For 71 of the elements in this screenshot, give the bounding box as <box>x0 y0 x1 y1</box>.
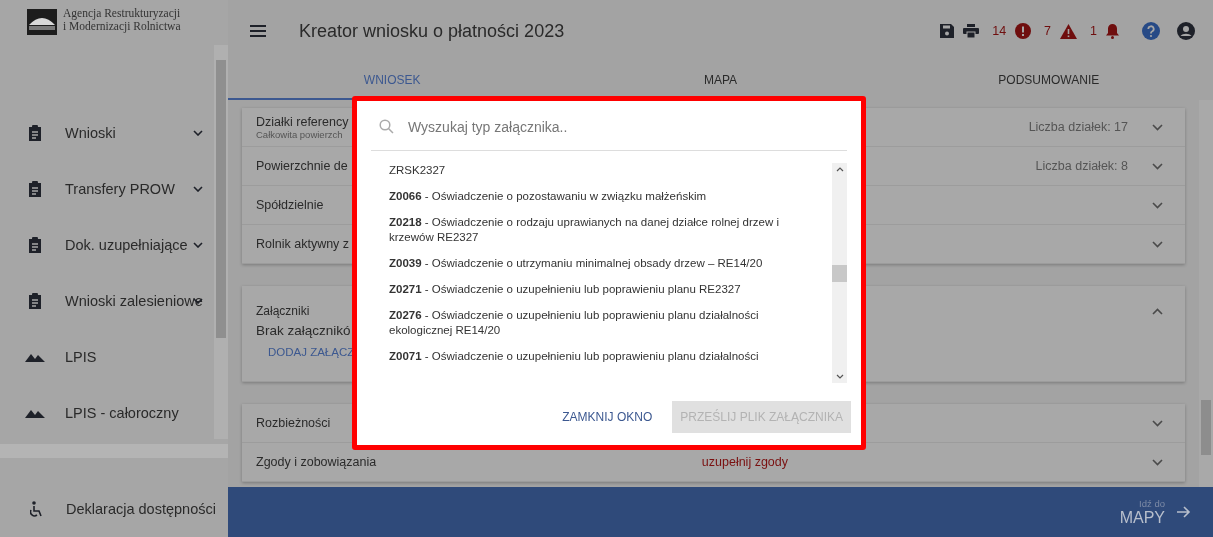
count: 7 <box>1044 24 1052 38</box>
section-subtitle: Całkowita powierzch <box>256 128 343 140</box>
attachment-type-option[interactable]: Z0276 - Oświadczenie o uzupełnieniu lub poprawieniu planu działalności ekologicznej RE14/20 <box>389 308 820 338</box>
agency-name: Agencja Restrukturyzacji <box>63 7 181 20</box>
section-title: Zgody i zobowiązania <box>256 455 377 469</box>
chevron-down-icon[interactable] <box>1152 419 1163 427</box>
mountain-icon <box>25 352 45 362</box>
print-icon[interactable] <box>963 24 980 38</box>
chevron-down-icon <box>193 298 203 304</box>
close-button[interactable]: ZAMKNIJ OKNO <box>554 401 661 433</box>
warning-icon[interactable] <box>1060 23 1078 39</box>
chevron-down-icon[interactable] <box>1152 162 1163 170</box>
attachment-type-option[interactable]: Z0066 - Oświadczenie o pozostawaniu w związku małżeńskim <box>389 189 820 204</box>
parcel-count: Liczba działek: 17 <box>1028 120 1128 134</box>
search-icon <box>379 119 394 134</box>
menu-item[interactable]: Dok. uzupełniające <box>0 217 214 273</box>
menu-icon[interactable] <box>250 25 266 37</box>
menu-item[interactable]: LPIS - całoroczny <box>0 385 214 441</box>
add-attachment-link[interactable]: DODAJ ZAŁĄCZ <box>256 346 355 358</box>
chevron-down-icon[interactable] <box>1152 458 1163 466</box>
chevron-down-icon <box>193 130 203 136</box>
attachment-type-option[interactable]: Z0271 - Oświadczenie o uzupełnieniu lub poprawieniu planu RE2327 <box>389 282 820 297</box>
error-icon[interactable] <box>1015 23 1032 39</box>
section-text: Brak załącznikó <box>256 323 351 338</box>
section-title: Rolnik aktywny z <box>256 237 350 251</box>
menu-item[interactable]: Wnioski <box>0 105 214 161</box>
chevron-down-icon <box>193 186 203 192</box>
count: 14 <box>992 24 1007 38</box>
section-title: Rozbieżności <box>256 416 331 430</box>
scrollbar-thumb[interactable] <box>216 60 226 338</box>
attachment-type-option[interactable]: ZRSK2327 <box>389 163 820 178</box>
menu-item[interactable]: Wnioski zalesieniowe <box>0 273 214 329</box>
accessibility-icon <box>30 500 42 517</box>
scroll-up-icon[interactable] <box>835 167 844 172</box>
scrollbar[interactable] <box>214 45 228 439</box>
menu-item[interactable]: Transfery PROW <box>0 161 214 217</box>
menu-item[interactable]: LPIS <box>0 329 214 385</box>
arrow-right-icon[interactable] <box>1177 506 1191 518</box>
menu-item[interactable]: Deklaracja dostępności <box>0 480 228 537</box>
warning-text: uzupełnij zgody <box>701 455 788 469</box>
tab[interactable]: PODSUMOWANIE <box>884 62 1213 100</box>
section-title: Załączniki <box>256 304 310 318</box>
count: 1 <box>1090 24 1097 38</box>
bell-icon[interactable] <box>1106 23 1119 39</box>
scroll-down-icon[interactable] <box>835 374 844 379</box>
scrollbar-thumb[interactable] <box>1201 400 1211 455</box>
attachment-type-option[interactable]: Z0218 - Oświadczenie o rodzaju uprawianych na danej działce rolnej drzew i krzewów RE2327 <box>389 215 820 245</box>
chevron-down-icon[interactable] <box>1152 201 1163 209</box>
chevron-down-icon[interactable] <box>1152 240 1163 248</box>
save-icon[interactable] <box>940 24 955 38</box>
account-icon[interactable] <box>1177 22 1195 40</box>
tab[interactable]: MAPA <box>556 62 885 100</box>
page-title: Kreator wniosku o płatności 2023 <box>299 20 565 42</box>
agency-name: i Modernizacji Rolnictwa <box>63 20 181 33</box>
scrollbar[interactable] <box>1199 100 1213 487</box>
logo-icon <box>27 9 57 35</box>
go-to-map-link[interactable]: MAPY <box>1119 508 1165 527</box>
scrollbar[interactable] <box>832 163 847 383</box>
chevron-down-icon <box>193 242 203 248</box>
scrollbar-thumb[interactable] <box>832 265 847 282</box>
help-icon[interactable] <box>1142 22 1160 40</box>
section-title: Powierzchnie de <box>256 159 348 173</box>
attachment-type-option[interactable]: Z0071 - Oświadczenie o uzupełnieniu lub poprawieniu planu działalności <box>389 349 820 364</box>
section-title: Działki referency <box>256 114 349 129</box>
section-title: Spółdzielnie <box>256 198 324 212</box>
chevron-up-icon[interactable] <box>1152 308 1163 315</box>
go-to-hint: Idź do <box>1139 497 1165 509</box>
parcel-count: Liczba działek: 8 <box>1035 159 1128 173</box>
chevron-down-icon[interactable] <box>1152 123 1163 131</box>
mountain-icon <box>25 408 45 418</box>
attachment-type-option[interactable]: Z0039 - Oświadczenie o utrzymaniu minimalnej obsady drzew – RE14/20 <box>389 256 820 271</box>
